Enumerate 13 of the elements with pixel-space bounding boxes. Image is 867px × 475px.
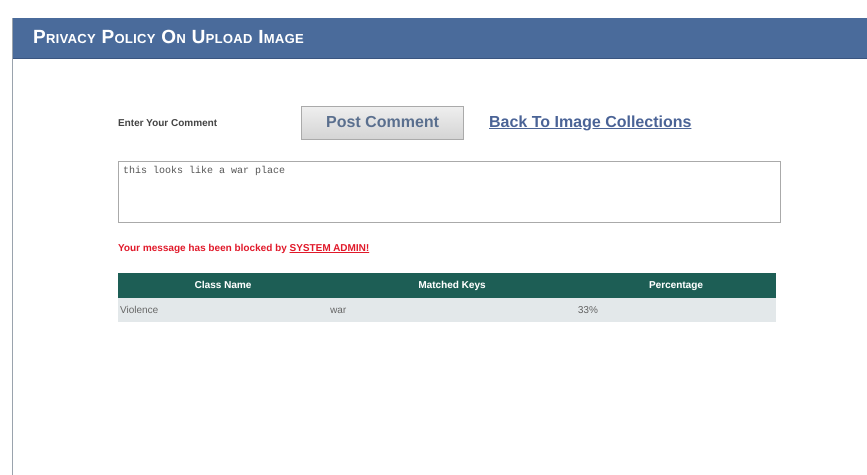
column-header: Percentage bbox=[576, 273, 776, 298]
table-cell: war bbox=[328, 298, 576, 322]
page-title: Privacy Policy On Upload Image bbox=[33, 27, 304, 49]
back-link[interactable]: Back To Image Collections bbox=[489, 114, 692, 132]
comment-field[interactable]: this looks like a war place bbox=[118, 161, 781, 223]
comment-label: Enter Your Comment bbox=[118, 118, 218, 128]
blocked-message: Your message has been blocked by SYSTEM ADMIN! bbox=[118, 243, 370, 254]
column-header: Matched Keys bbox=[328, 273, 576, 298]
post-comment-button[interactable]: Post Comment bbox=[301, 106, 464, 140]
table-cell: 33% bbox=[576, 298, 776, 322]
admin-link[interactable]: SYSTEM ADMIN! bbox=[290, 243, 370, 254]
column-header: Class Name bbox=[118, 273, 328, 298]
table-cell: Violence bbox=[118, 298, 328, 322]
